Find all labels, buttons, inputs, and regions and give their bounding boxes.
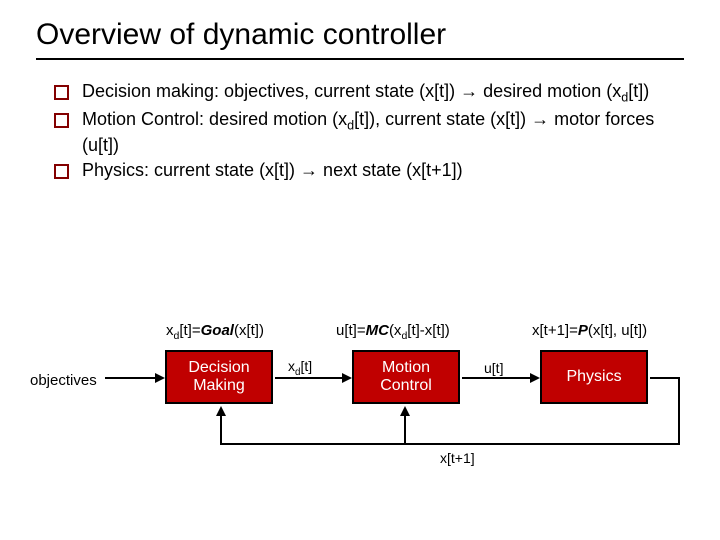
ut-label: u[t] — [484, 360, 503, 376]
decision-making-box: Decision Making — [165, 350, 273, 404]
xd-label: xd[t] — [288, 358, 312, 378]
page-title: Overview of dynamic controller — [36, 18, 684, 60]
arrow-head-icon — [155, 373, 165, 383]
bullet-list: Decision making: objectives, current sta… — [36, 80, 684, 183]
bullet-motion-control: Motion Control: desired motion (xd[t]), … — [54, 108, 684, 157]
arrow-head-icon — [400, 406, 410, 416]
text: Physics: current state (x[t]) → next sta… — [82, 160, 463, 180]
feedback-line — [678, 377, 680, 445]
arrow-head-icon — [530, 373, 540, 383]
text: [t]) — [628, 81, 649, 101]
feedback-line — [220, 414, 222, 445]
xtp1-label: x[t+1] — [440, 450, 475, 466]
arrow-head-icon — [342, 373, 352, 383]
arrow-head-icon — [216, 406, 226, 416]
text: Decision making: objectives, current sta… — [82, 81, 621, 101]
feedback-line — [404, 414, 406, 445]
feedback-line — [650, 377, 680, 379]
equation-mc: u[t]=MC(xd[t]-x[t]) — [336, 322, 450, 342]
equation-goal: xd[t]=Goal(x[t]) — [166, 322, 264, 342]
text: Motion Control: desired motion (x — [82, 109, 347, 129]
arrow-line — [462, 377, 532, 379]
motion-control-box: Motion Control — [352, 350, 460, 404]
equation-physics: x[t+1]=P(x[t], u[t]) — [532, 322, 647, 339]
physics-box: Physics — [540, 350, 648, 404]
feedback-line — [220, 443, 680, 445]
bullet-decision-making: Decision making: objectives, current sta… — [54, 80, 684, 106]
block-diagram: xd[t]=Goal(x[t]) u[t]=MC(xd[t]-x[t]) x[t… — [0, 300, 720, 500]
objectives-label: objectives — [30, 372, 97, 389]
arrow-line — [105, 377, 157, 379]
bullet-physics: Physics: current state (x[t]) → next sta… — [54, 159, 684, 182]
